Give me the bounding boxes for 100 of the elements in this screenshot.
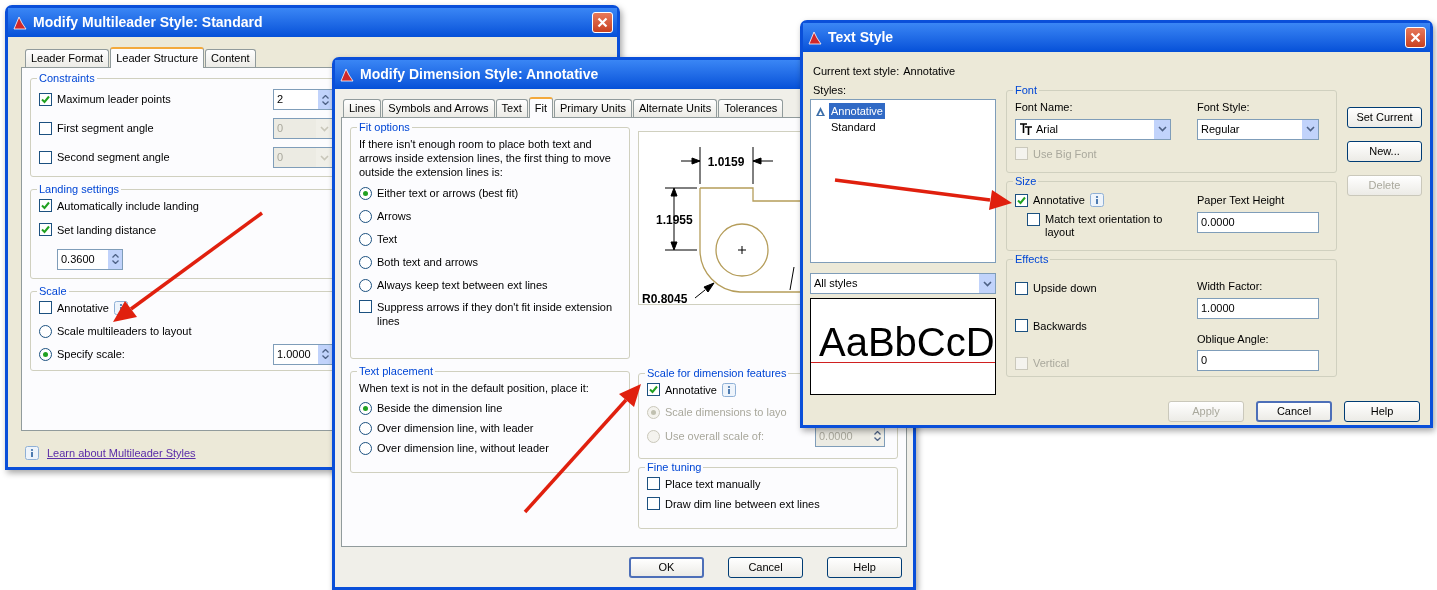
checkbox[interactable]: [647, 497, 660, 510]
tab[interactable]: Symbols and Arrows: [382, 99, 495, 117]
list-item[interactable]: Standard: [829, 118, 878, 136]
close-button[interactable]: [592, 12, 613, 33]
tab[interactable]: Tolerances: [718, 99, 784, 117]
group-title: Font: [1014, 84, 1038, 97]
field-label: Oblique Angle:: [1197, 331, 1270, 347]
tab[interactable]: Fit: [528, 97, 553, 118]
close-button[interactable]: [1405, 27, 1426, 48]
checkbox-label: Use Big Font: [1033, 146, 1097, 162]
dialog-button[interactable]: OK: [629, 557, 704, 578]
tab[interactable]: Text: [495, 99, 528, 117]
field-label: Paper Text Height: [1197, 193, 1286, 208]
checkbox[interactable]: [1015, 319, 1028, 333]
app-icon: [339, 66, 355, 83]
chevron-down-icon[interactable]: [1302, 119, 1318, 139]
radio-button[interactable]: [359, 210, 372, 223]
input-field[interactable]: 1.0000: [1197, 297, 1319, 319]
app-icon: [807, 29, 823, 46]
radio-button[interactable]: [39, 324, 52, 338]
radio-label: Over dimension line, with leader: [377, 420, 534, 436]
tab[interactable]: Content: [205, 49, 256, 67]
current-style-name: Annotative: [903, 63, 956, 79]
radio-button[interactable]: [359, 256, 372, 269]
checkbox-label: First segment angle: [57, 121, 154, 137]
instruction-text: If there isn't enough room to place both text and arrows inside extension lines, the first thing to move outside the extension lines is:: [359, 137, 612, 179]
spinner-field[interactable]: 1.0000: [273, 343, 333, 365]
dialog-button[interactable]: New...: [1347, 141, 1422, 162]
checkbox[interactable]: [359, 300, 372, 313]
field-label: Font Name:: [1015, 100, 1074, 115]
checkbox-label: Backwards: [1033, 318, 1087, 334]
input-field[interactable]: 0.0000: [1197, 211, 1319, 233]
spinner-arrows-icon[interactable]: [318, 90, 332, 109]
list-item[interactable]: Annotative: [829, 102, 885, 120]
dropdown-field[interactable]: Regular: [1197, 118, 1319, 140]
window-title: Modify Multileader Style: Standard: [33, 13, 263, 32]
checkbox-label: Place text manually: [665, 477, 761, 491]
tab[interactable]: Leader Structure: [110, 47, 205, 68]
annotative-icon: [815, 105, 826, 117]
dimension-label: 1.0159: [707, 155, 745, 169]
group-title: Scale for dimension features: [646, 367, 788, 380]
checkbox[interactable]: [1015, 193, 1028, 207]
group-title: Fit options: [358, 121, 411, 134]
info-icon[interactable]: [1090, 193, 1104, 208]
radio-label: Always keep text between ext lines: [377, 278, 548, 294]
radio-label: Scale multileaders to layout: [57, 323, 192, 339]
checkbox[interactable]: [1015, 281, 1028, 295]
spinner-field[interactable]: 0.3600: [57, 248, 123, 270]
chevron-down-icon[interactable]: [979, 274, 995, 293]
info-icon[interactable]: [25, 446, 39, 461]
group-title: Fine tuning: [646, 461, 703, 474]
dialog-button[interactable]: Cancel: [1256, 401, 1332, 422]
radio-button[interactable]: [359, 233, 372, 246]
tab[interactable]: Lines: [343, 99, 382, 117]
checkbox-label: Suppress arrows if they don't fit inside extension lines: [377, 300, 614, 328]
dimension-label: R0.8045: [642, 292, 688, 304]
checkbox[interactable]: [39, 93, 52, 106]
group-title: Effects: [1014, 253, 1050, 266]
checkbox[interactable]: [1027, 212, 1040, 226]
tab[interactable]: Leader Format: [25, 49, 110, 67]
spinner-field[interactable]: 2: [273, 89, 333, 110]
checkbox[interactable]: [39, 199, 52, 212]
checkbox[interactable]: [647, 383, 660, 396]
radio-button[interactable]: [359, 187, 372, 200]
checkbox-label: Annotative: [1033, 193, 1085, 208]
group-title: Size: [1014, 175, 1038, 188]
group-title: Text placement: [358, 365, 434, 378]
info-icon[interactable]: [722, 383, 736, 397]
checkbox[interactable]: [39, 223, 52, 236]
group-title: Constraints: [38, 72, 96, 85]
tab[interactable]: Primary Units: [554, 99, 632, 117]
help-link[interactable]: Learn about Multileader Styles: [47, 445, 196, 462]
x-icon: [597, 17, 608, 28]
dialog-button[interactable]: Set Current: [1347, 107, 1422, 128]
radio-button[interactable]: [359, 441, 372, 455]
checkbox-label: Set landing distance: [57, 223, 157, 237]
spinner-arrows-icon[interactable]: [108, 249, 122, 269]
tab[interactable]: Alternate Units: [633, 99, 718, 117]
checkbox-label: Vertical: [1033, 356, 1070, 371]
radio-button[interactable]: [359, 421, 372, 435]
dropdown-field[interactable]: Arial: [1015, 118, 1171, 140]
radio-button[interactable]: [359, 401, 372, 415]
input-field[interactable]: 0: [1197, 350, 1319, 371]
field-label: Width Factor:: [1197, 279, 1264, 294]
checkbox[interactable]: [647, 477, 660, 490]
dropdown-field[interactable]: All styles: [810, 273, 996, 294]
checkbox[interactable]: [39, 301, 52, 314]
radio-button[interactable]: [39, 347, 52, 361]
dialog-button[interactable]: Help: [1344, 401, 1420, 422]
checkbox-label: Upside down: [1033, 281, 1097, 296]
dialog-button[interactable]: Help: [827, 557, 902, 578]
checkbox-label: Second segment angle: [57, 150, 170, 166]
checkbox-label: Maximum leader points: [57, 92, 171, 108]
chevron-down-icon[interactable]: [1154, 119, 1170, 139]
checkbox-label: Annotative: [665, 383, 717, 397]
radio-label: Specify scale:: [57, 346, 125, 362]
spinner-arrows-icon[interactable]: [318, 344, 332, 364]
radio-button[interactable]: [359, 279, 372, 292]
dialog-button[interactable]: Cancel: [728, 557, 803, 578]
preview-text: AaBbCcD: [819, 322, 995, 362]
